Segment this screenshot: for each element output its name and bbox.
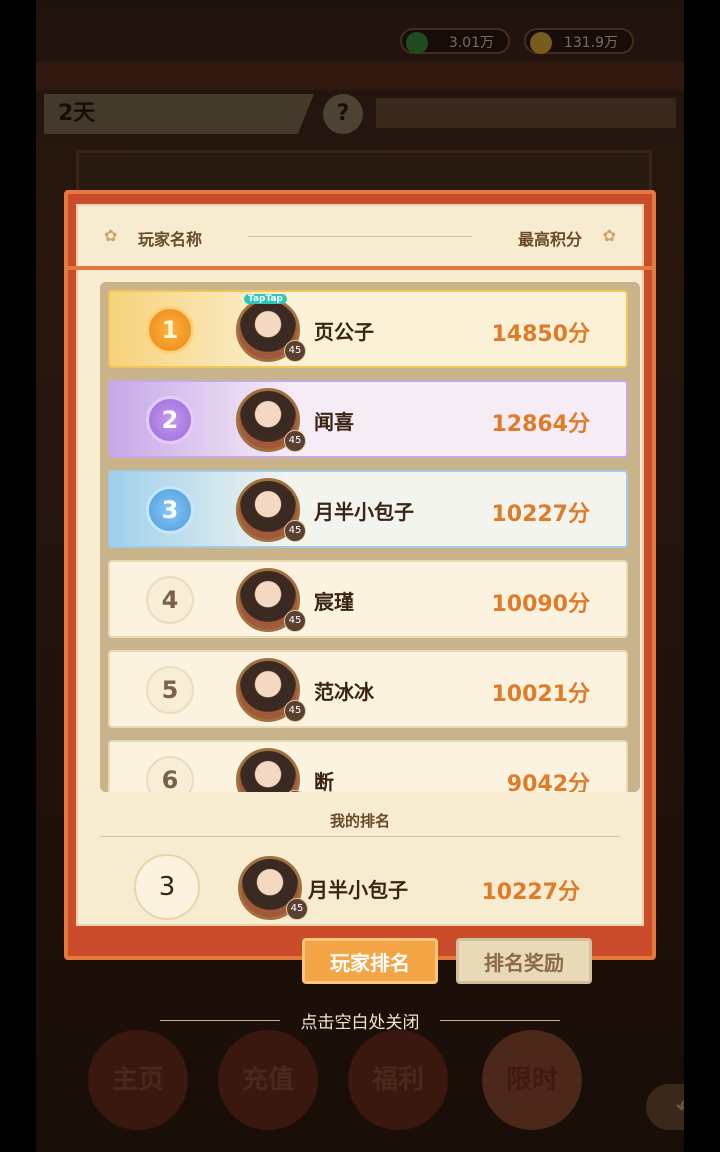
player-name: 页公子 <box>314 320 374 344</box>
tab-player-ranking[interactable]: 玩家排名 <box>302 938 438 984</box>
player-name: 宸瑾 <box>314 590 354 614</box>
header-player-name: 玩家名称 <box>138 230 203 249</box>
my-rank-divider <box>100 836 620 837</box>
header-divider <box>248 236 472 237</box>
table-row[interactable]: 2 45 闻喜 12864分 <box>108 380 628 458</box>
player-name: 范冰冰 <box>314 680 374 704</box>
player-score: 10021分 <box>491 682 590 707</box>
my-rank-number: 3 <box>134 854 200 920</box>
ranking-modal: ✿ 玩家名称 最高积分 ✿ 1 TapTap 45 页公子 14850分 2 4… <box>64 190 656 960</box>
player-name: 月半小包子 <box>314 500 414 524</box>
rank-medal: 3 <box>146 486 194 534</box>
player-score: 9042分 <box>506 772 590 792</box>
rank-number: 6 <box>146 756 194 792</box>
level-badge: 45 <box>284 430 306 452</box>
table-row[interactable]: 4 45 宸瑾 10090分 <box>108 560 628 638</box>
table-row[interactable]: 6 45 断 9042分 <box>108 740 628 792</box>
level-badge: 45 <box>284 610 306 632</box>
close-hint: 点击空白处关闭 <box>300 1013 420 1033</box>
header-red-divider <box>68 266 652 270</box>
rank-number: 4 <box>146 576 194 624</box>
ranking-list[interactable]: 1 TapTap 45 页公子 14850分 2 45 闻喜 12864分 3 … <box>100 282 640 792</box>
rank-number: 5 <box>146 666 194 714</box>
taptap-badge: TapTap <box>244 294 287 304</box>
flower-icon: ✿ <box>104 226 118 245</box>
player-score: 14850分 <box>491 322 590 347</box>
player-score: 10090分 <box>491 592 590 617</box>
level-badge: 45 <box>284 520 306 542</box>
flower-icon: ✿ <box>602 226 616 245</box>
player-name: 闻喜 <box>314 410 354 434</box>
player-score: 10227分 <box>491 502 590 527</box>
table-row[interactable]: 1 TapTap 45 页公子 14850分 <box>108 290 628 368</box>
list-header: ✿ 玩家名称 最高积分 ✿ <box>78 206 642 266</box>
my-rank-title: 我的排名 <box>329 812 390 830</box>
my-player-name: 月半小包子 <box>308 878 408 902</box>
avatar[interactable] <box>236 748 300 792</box>
rank-medal: 1 <box>146 306 194 354</box>
header-high-score: 最高积分 <box>517 230 582 249</box>
rank-medal: 2 <box>146 396 194 444</box>
table-row[interactable]: 5 45 范冰冰 10021分 <box>108 650 628 728</box>
my-player-score: 10227分 <box>481 880 580 905</box>
tab-ranking-rewards[interactable]: 排名奖励 <box>456 938 592 984</box>
ranking-panel: ✿ 玩家名称 最高积分 ✿ 1 TapTap 45 页公子 14850分 2 4… <box>68 204 652 926</box>
table-row[interactable]: 3 45 月半小包子 10227分 <box>108 470 628 548</box>
player-score: 12864分 <box>491 412 590 437</box>
player-name: 断 <box>314 770 334 792</box>
my-level-badge: 45 <box>286 898 308 920</box>
level-badge: 45 <box>284 340 306 362</box>
level-badge: 45 <box>284 700 306 722</box>
